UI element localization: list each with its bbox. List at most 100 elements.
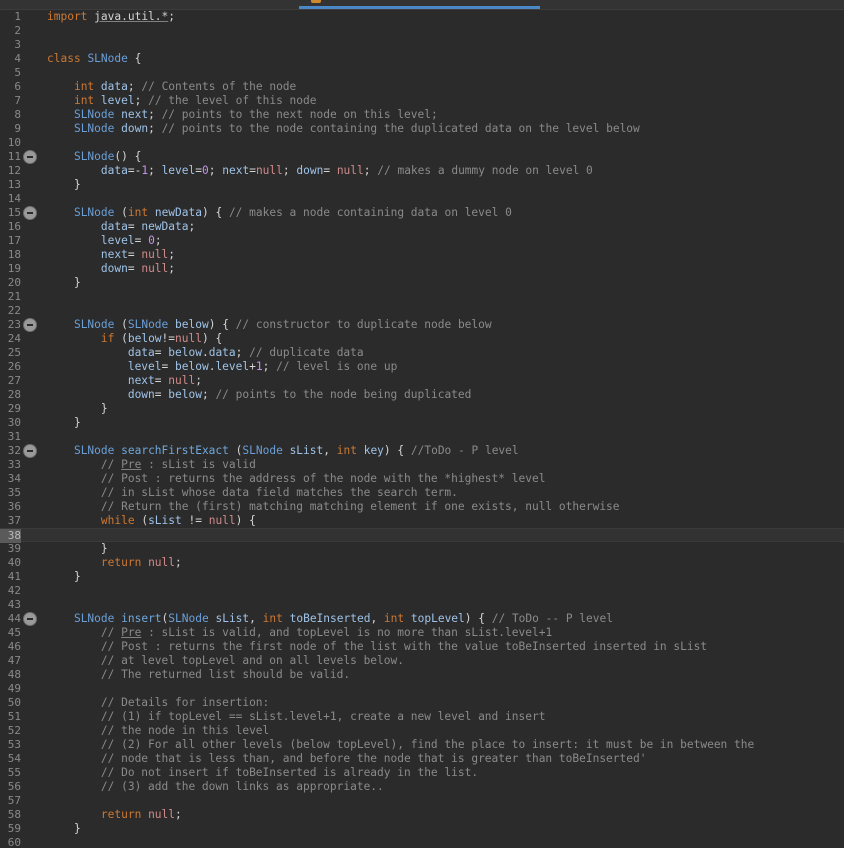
code-token: ; [201,388,216,401]
code-text: int level; // the level of this node [47,94,317,108]
code-token: ; [148,122,162,135]
code-token: null [148,808,176,821]
code-line[interactable]: 3 [0,38,844,52]
code-token: ; [127,80,142,93]
code-line[interactable]: 30 } [0,416,844,430]
code-line[interactable]: 48 // The returned list should be valid. [0,668,844,682]
code-line[interactable]: 35 // in sList whose data field matches … [0,486,844,500]
code-lines[interactable]: 1 import java.util.*; 2 3 4 class SLNode {5 6 … [0,10,844,848]
code-token: // makes a node containing data on level… [228,206,512,219]
code-token: // Details for insertion: [100,696,270,709]
line-number: 13 [7,178,21,191]
code-line[interactable]: 19 down= null; [0,262,844,276]
code-line[interactable]: 40 return null; [0,556,844,570]
code-line[interactable]: 11 SLNode() { [0,150,844,164]
code-line[interactable]: 41 } [0,570,844,584]
code-line[interactable]: 27 next= null; [0,374,844,388]
code-line[interactable]: 43 [0,598,844,612]
code-line[interactable]: 39 } [0,542,844,556]
code-line[interactable]: 45 // Pre : sList is valid, and topLevel… [0,626,844,640]
code-token: // Do not insert if toBeInserted is alre… [100,766,479,779]
code-token: null [175,332,202,345]
code-line[interactable]: 9 SLNode down; // points to the node con… [0,122,844,136]
code-token: ; [175,808,182,821]
code-line[interactable]: 2 [0,24,844,38]
code-line[interactable]: 23 SLNode (SLNode below) { // constructo… [0,318,844,332]
code-line[interactable]: 15 SLNode (int newData) { // makes a nod… [0,206,844,220]
code-line[interactable]: 32 SLNode searchFirstExact (SLNode sList… [0,444,844,458]
code-line[interactable]: 21 [0,290,844,304]
line-number: 45 [7,626,21,639]
code-line[interactable]: 7 int level; // the level of this node [0,94,844,108]
code-line[interactable]: 14 [0,192,844,206]
code-line[interactable]: 22 [0,304,844,318]
code-editor[interactable]: 1 import java.util.*; 2 3 4 class SLNode {5 6 … [0,0,844,848]
code-line[interactable]: 53 // (2) For all other levels (below to… [0,738,844,752]
code-line[interactable]: 12 data=-1; level=0; next=null; down= nu… [0,164,844,178]
code-line[interactable]: 54 // node that is less than, and before… [0,752,844,766]
code-token: } [47,276,81,289]
code-line[interactable]: 8 SLNode next; // points to the next nod… [0,108,844,122]
code-line[interactable]: 1 import java.util.*; [0,10,844,24]
code-line[interactable]: 28 down= below; // points to the node be… [0,388,844,402]
line-number: 43 [7,598,21,611]
code-line[interactable]: 42 [0,584,844,598]
line-number: 31 [7,430,21,443]
code-line[interactable]: 26 level= below.level+1; // level is one… [0,360,844,374]
code-token: ( [114,318,128,331]
code-line[interactable]: 49 [0,682,844,696]
code-line[interactable]: 17 level= 0; [0,234,844,248]
code-line[interactable]: 44 SLNode insert(SLNode sList, int toBeI… [0,612,844,626]
code-line[interactable]: 36 // Return the (first) matching matchi… [0,500,844,514]
collapse-minus-icon[interactable] [24,613,36,625]
code-line[interactable]: 37 while (sList != null) { [0,514,844,528]
code-token: } [47,570,81,583]
code-line[interactable]: 58 return null; [0,808,844,822]
code-line[interactable]: 34 // Post : returns the address of the … [0,472,844,486]
collapse-minus-icon[interactable] [24,151,36,163]
code-line[interactable]: 51 // (1) if topLevel == sList.level+1, … [0,710,844,724]
code-line[interactable]: 50 // Details for insertion: [0,696,844,710]
code-line[interactable]: 33 // Pre : sList is valid [0,458,844,472]
code-token: while [100,514,135,527]
collapse-minus-icon[interactable] [24,319,36,331]
code-token: = [154,346,169,359]
collapse-minus-icon[interactable] [24,207,36,219]
line-number: 8 [14,108,21,121]
code-token: = [323,164,337,177]
code-line[interactable]: 16 data= newData; [0,220,844,234]
active-tab-indicator[interactable] [299,6,540,9]
code-line[interactable]: 52 // the node in this level [0,724,844,738]
code-token: // constructor to duplicate node below [235,318,492,331]
code-line[interactable]: 47 // at level topLevel and on all level… [0,654,844,668]
code-line[interactable]: 46 // Post : returns the first node of t… [0,640,844,654]
code-line[interactable]: 24 if (below!=null) { [0,332,844,346]
code-line[interactable]: 31 [0,430,844,444]
code-line[interactable]: 6 int data; // Contents of the node [0,80,844,94]
code-line[interactable]: 18 next= null; [0,248,844,262]
line-number: 56 [7,780,21,793]
code-token: // Return the (first) matching matching … [100,500,620,513]
code-line[interactable]: 10 [0,136,844,150]
code-line[interactable]: 13 } [0,178,844,192]
code-line[interactable]: 57 [0,794,844,808]
code-line[interactable]: 56 // (3) add the down links as appropri… [0,780,844,794]
code-line[interactable]: 4 class SLNode { [0,52,844,66]
code-line[interactable]: 55 // Do not insert if toBeInserted is a… [0,766,844,780]
code-line[interactable]: 5 [0,66,844,80]
code-line[interactable]: 59 } [0,822,844,836]
code-line[interactable]: 20 } [0,276,844,290]
code-line[interactable]: 25 data= below.data; // duplicate data [0,346,844,360]
collapse-minus-icon[interactable] [24,445,36,457]
code-token: . [201,346,209,359]
code-token: = [134,234,149,247]
code-line[interactable]: 38 [0,528,844,543]
code-line[interactable]: 29 } [0,402,844,416]
